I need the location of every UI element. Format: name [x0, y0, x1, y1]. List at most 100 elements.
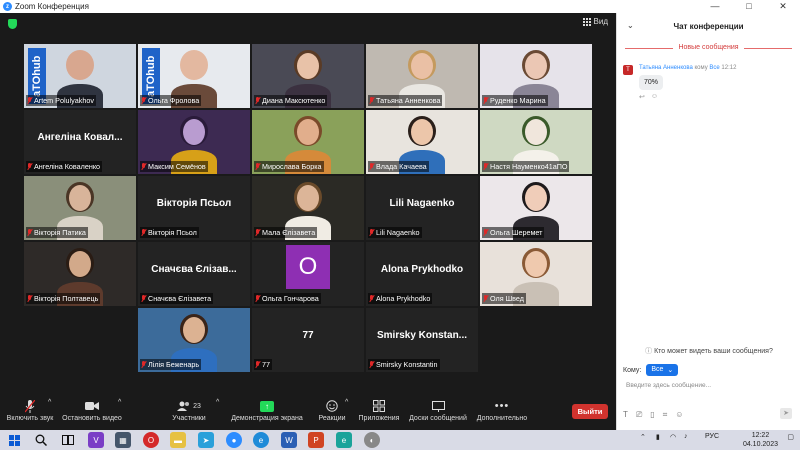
- participant-tile[interactable]: Smirsky Konstan... Smirsky Konstantin: [366, 308, 478, 372]
- reply-icon[interactable]: ↩: [639, 93, 645, 101]
- participants-label: Участники: [172, 415, 206, 422]
- message-sender[interactable]: Татьяна Анненкова: [639, 65, 693, 71]
- participants-caret[interactable]: ^: [216, 399, 219, 406]
- participant-tile[interactable]: Ангеліна Ковал... Ангеліна Коваленко: [24, 110, 136, 174]
- chevron-down-icon: ⌄: [667, 367, 674, 374]
- participant-tile[interactable]: Максим Семёнов: [138, 110, 250, 174]
- participant-name: Ольга Гончарова: [262, 294, 319, 303]
- participant-name-label: Руденко Марина: [482, 95, 548, 106]
- clock-time: 12:22: [751, 432, 770, 439]
- participant-name: 77: [262, 360, 270, 369]
- participant-tile[interactable]: Мирослава Борка: [252, 110, 364, 174]
- participant-name-label: Вікторія Полтавець: [26, 293, 101, 304]
- stop-video-button[interactable]: Остановить видео: [60, 399, 124, 422]
- participants-button[interactable]: 23 Участники: [166, 399, 212, 422]
- close-window-button[interactable]: ✕: [766, 0, 800, 13]
- language-indicator[interactable]: РУС: [705, 433, 719, 440]
- task-view-icon[interactable]: [60, 432, 76, 448]
- code-icon[interactable]: ⌗: [663, 410, 668, 420]
- share-screen-button[interactable]: ↑ Демонстрация экрана: [228, 399, 306, 422]
- viber-icon[interactable]: V: [88, 432, 104, 448]
- collapse-chat-icon[interactable]: ⌄: [627, 21, 634, 30]
- tray-expand-icon[interactable]: ⌃: [640, 433, 646, 441]
- edge-dev-icon[interactable]: e: [336, 432, 352, 448]
- participant-name-label: Ольга Гончарова: [254, 293, 321, 304]
- whiteboards-button[interactable]: Доски сообщений: [406, 399, 470, 422]
- edge-icon[interactable]: e: [253, 432, 269, 448]
- participant-name: Оля Швед: [490, 294, 524, 303]
- participant-tile[interactable]: Лілія Беженарь: [138, 308, 250, 372]
- participant-tile[interactable]: Вікторія Псьол Вікторія Псьол: [138, 176, 250, 240]
- recipient-dropdown[interactable]: Все ⌄: [646, 364, 679, 376]
- audio-options-caret[interactable]: ^: [48, 399, 51, 406]
- view-button[interactable]: Вид: [582, 17, 608, 26]
- participant-tile[interactable]: 77 77: [252, 308, 364, 372]
- recipient-value: Все: [651, 366, 664, 373]
- windows-start-icon[interactable]: [6, 432, 22, 448]
- whiteboards-label: Доски сообщений: [409, 415, 467, 422]
- participant-name-label: Lili Nagaenko: [368, 227, 422, 238]
- muted-mic-icon: [27, 229, 32, 236]
- participant-tile[interactable]: Сначєва Єлізав... Сначєва Єлізавета: [138, 242, 250, 306]
- participant-tile[interactable]: Диана Максютенко: [252, 44, 364, 108]
- participant-tile[interactable]: O Ольга Гончарова: [252, 242, 364, 306]
- powerpoint-icon[interactable]: P: [308, 432, 324, 448]
- taskbar-clock[interactable]: 12:22 04.10.2023: [743, 431, 778, 449]
- participant-tile[interactable]: Руденко Марина: [480, 44, 592, 108]
- minimize-button[interactable]: —: [698, 0, 732, 13]
- file-icon[interactable]: ▯: [650, 410, 654, 420]
- participant-tile[interactable]: Вікторія Патика: [24, 176, 136, 240]
- participant-tile[interactable]: Alona Prykhodko Alona Prykhodko: [366, 242, 478, 306]
- format-text-icon[interactable]: T: [623, 410, 628, 420]
- participant-tile[interactable]: aTOhub Artem Polulyakhov: [24, 44, 136, 108]
- leave-button[interactable]: Выйти: [572, 404, 608, 419]
- reactions-caret[interactable]: ^: [345, 399, 348, 406]
- apps-button[interactable]: Приложения: [356, 399, 402, 422]
- participant-tile[interactable]: Мала Єлізавета: [252, 176, 364, 240]
- file-explorer-icon[interactable]: ▬: [170, 432, 186, 448]
- participant-tile[interactable]: Настя Науменко41аПО: [480, 110, 592, 174]
- participant-name-label: Татьяна Анненкова: [368, 95, 443, 106]
- search-icon[interactable]: [33, 432, 49, 448]
- participant-name: Максим Семёнов: [148, 162, 206, 171]
- participant-tile[interactable]: Оля Швед: [480, 242, 592, 306]
- volume-icon[interactable]: ♪: [684, 433, 688, 440]
- participant-tile[interactable]: Татьяна Анненкова: [366, 44, 478, 108]
- participant-tile[interactable]: Вікторія Полтавець: [24, 242, 136, 306]
- maximize-button[interactable]: □: [732, 0, 766, 13]
- share-screen-icon: ↑: [260, 400, 274, 412]
- participant-name: Вікторія Псьол: [148, 228, 197, 237]
- muted-mic-icon: [141, 97, 146, 104]
- muted-mic-icon: [27, 295, 32, 302]
- zoom-taskbar-icon[interactable]: ●: [226, 432, 242, 448]
- participant-name-label: Ангеліна Коваленко: [26, 161, 103, 172]
- participant-tile[interactable]: Влада Качаева: [366, 110, 478, 174]
- video-options-caret[interactable]: ^: [118, 399, 121, 406]
- more-button[interactable]: ••• Дополнительно: [474, 399, 530, 422]
- notifications-icon[interactable]: ▢: [787, 433, 794, 441]
- muted-mic-icon: [141, 361, 146, 368]
- participant-name: Настя Науменко41аПО: [490, 162, 568, 171]
- calculator-icon[interactable]: ▦: [115, 432, 131, 448]
- add-reaction-icon[interactable]: ☺: [651, 93, 658, 101]
- participant-name: Влада Качаева: [376, 162, 427, 171]
- chat-input[interactable]: Введите здесь сообщение...: [626, 382, 711, 389]
- app-icon[interactable]: ◐: [364, 432, 380, 448]
- network-icon[interactable]: ▮: [656, 433, 660, 441]
- telegram-icon[interactable]: ➤: [198, 432, 214, 448]
- participant-tile[interactable]: Ольга Шеремет: [480, 176, 592, 240]
- participant-name: Диана Максютенко: [262, 96, 326, 105]
- screenshot-icon[interactable]: ⎚: [636, 410, 642, 420]
- send-button[interactable]: ➤: [780, 408, 792, 419]
- participant-tile[interactable]: Lili Nagaenko Lili Nagaenko: [366, 176, 478, 240]
- opera-icon[interactable]: O: [143, 432, 159, 448]
- emoji-icon[interactable]: ☺: [675, 410, 683, 420]
- new-messages-divider: Новые сообщения: [617, 44, 800, 51]
- wifi-icon[interactable]: ◠: [670, 433, 676, 441]
- participant-tile[interactable]: aTOhub Ольга Фролова: [138, 44, 250, 108]
- word-icon[interactable]: W: [281, 432, 297, 448]
- who-can-see-link[interactable]: ⓘ Кто может видеть ваши сообщения?: [617, 346, 800, 356]
- security-shield-icon[interactable]: [8, 19, 17, 29]
- participant-name: Лілія Беженарь: [148, 360, 200, 369]
- participant-display-name: Lili Nagaenko: [389, 198, 455, 209]
